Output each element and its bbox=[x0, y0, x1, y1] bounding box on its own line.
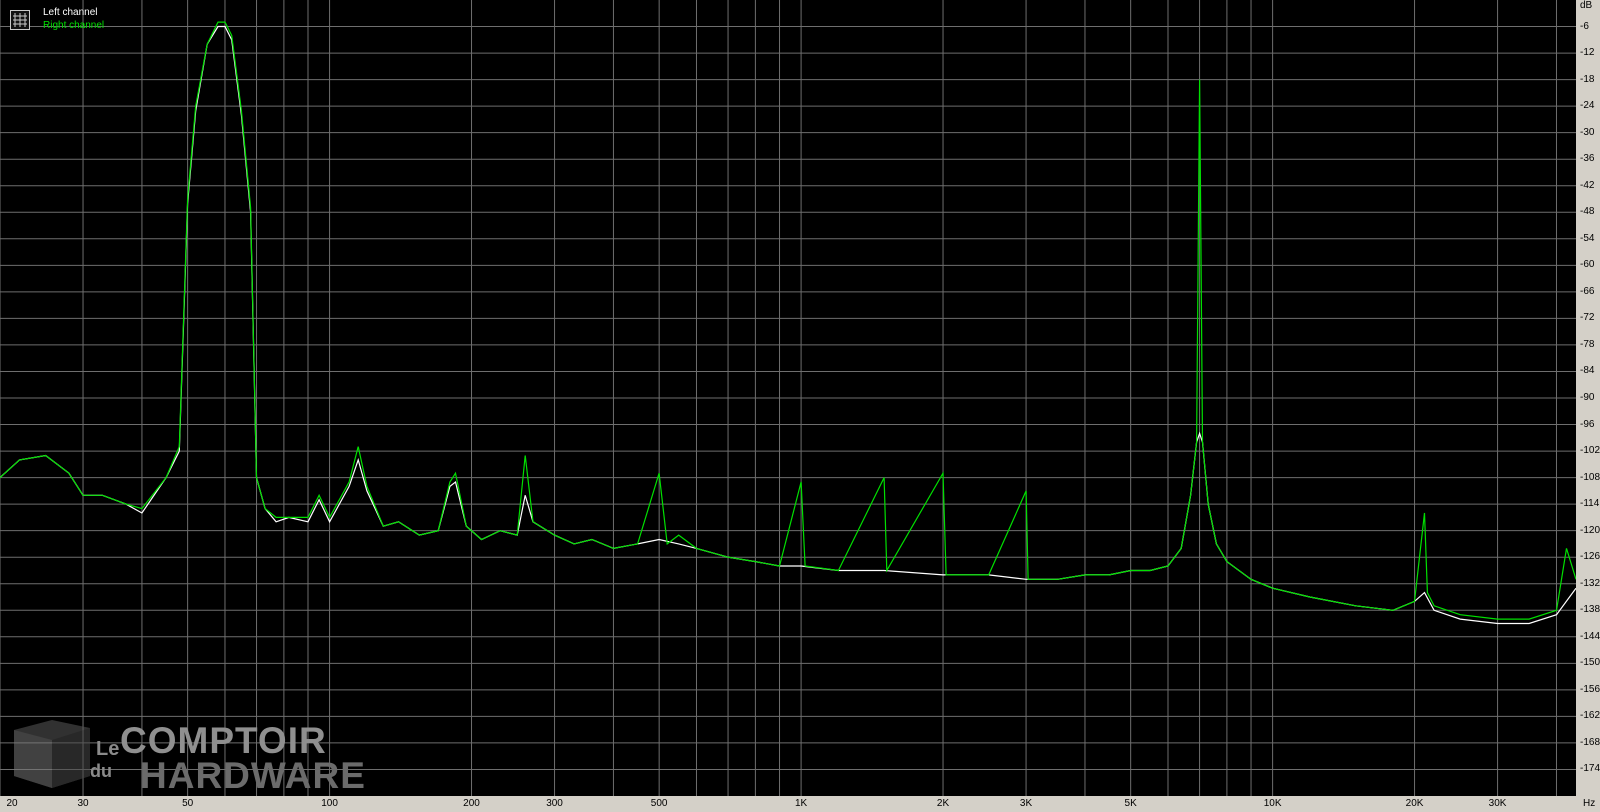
y-axis-unit: dB bbox=[1580, 0, 1593, 11]
y-tick-label: -30 bbox=[1580, 126, 1595, 138]
x-tick-label: 500 bbox=[650, 798, 668, 809]
x-tick-label: 30K bbox=[1488, 798, 1507, 809]
y-tick-label: -132 bbox=[1580, 577, 1600, 589]
y-tick-label: -144 bbox=[1580, 630, 1600, 642]
spectrum-plot bbox=[0, 0, 1576, 796]
y-tick-label: -24 bbox=[1580, 100, 1595, 112]
y-tick-label: -18 bbox=[1580, 73, 1595, 85]
y-tick-label: -72 bbox=[1580, 312, 1595, 324]
x-tick-label: 1K bbox=[794, 798, 808, 809]
x-tick-label: 20 bbox=[6, 798, 18, 809]
legend-left-channel[interactable]: Left channel bbox=[43, 7, 98, 19]
watermark-hardware: HARDWARE bbox=[140, 755, 366, 796]
y-tick-label: -6 bbox=[1580, 20, 1589, 32]
x-tick-label: 50 bbox=[182, 798, 194, 809]
watermark-du: du bbox=[90, 761, 112, 781]
x-tick-label: 5K bbox=[1124, 798, 1137, 809]
x-axis-unit: Hz bbox=[1583, 798, 1596, 809]
watermark-le: Le bbox=[96, 738, 120, 760]
y-tick-label: -78 bbox=[1580, 338, 1595, 350]
grid-lines bbox=[0, 0, 1576, 796]
y-tick-label: -156 bbox=[1580, 683, 1600, 695]
x-tick-label: 10K bbox=[1263, 798, 1282, 809]
x-tick-label: 3K bbox=[1019, 798, 1033, 809]
x-tick-label: 2K bbox=[936, 798, 950, 809]
y-tick-label: -12 bbox=[1580, 47, 1595, 59]
x-tick-label: 100 bbox=[321, 798, 338, 809]
y-tick-label: -90 bbox=[1580, 392, 1595, 403]
y-tick-label: -114 bbox=[1580, 498, 1600, 510]
y-tick-label: -96 bbox=[1580, 418, 1595, 430]
y-tick-label: -60 bbox=[1580, 259, 1595, 271]
x-tick-label: 200 bbox=[463, 798, 480, 809]
series-right-channel bbox=[0, 21, 1576, 620]
x-tick-label: 300 bbox=[546, 798, 563, 809]
y-tick-label: -48 bbox=[1580, 206, 1595, 218]
x-tick-label: 30 bbox=[77, 798, 89, 809]
y-tick-label: -84 bbox=[1580, 365, 1595, 377]
grid-icon bbox=[13, 13, 27, 27]
legend-right-channel[interactable]: Right channel bbox=[43, 20, 104, 32]
y-tick-label: -54 bbox=[1580, 232, 1595, 244]
y-tick-label: -174 bbox=[1580, 763, 1600, 775]
y-tick-label: -150 bbox=[1580, 657, 1600, 669]
spectrum-analyzer-window: -6 -12 -18 -24 -30 -36 -42 -48 -54 -60 -66 -72 -78 -8… bbox=[0, 0, 1600, 812]
y-tick-label: -102 bbox=[1580, 445, 1600, 457]
y-tick-label: -42 bbox=[1580, 179, 1595, 191]
x-tick-label: 20K bbox=[1405, 798, 1424, 809]
y-tick-label: -66 bbox=[1580, 285, 1595, 297]
y-tick-label: -162 bbox=[1580, 710, 1600, 722]
y-tick-label: -138 bbox=[1580, 604, 1600, 616]
y-tick-label: -126 bbox=[1580, 551, 1600, 563]
y-tick-label: -36 bbox=[1580, 153, 1595, 165]
y-tick-label: -168 bbox=[1580, 736, 1600, 748]
legend-grid-icon[interactable] bbox=[10, 10, 30, 30]
y-tick-label: -120 bbox=[1580, 524, 1600, 536]
y-tick-label: -108 bbox=[1580, 471, 1600, 483]
